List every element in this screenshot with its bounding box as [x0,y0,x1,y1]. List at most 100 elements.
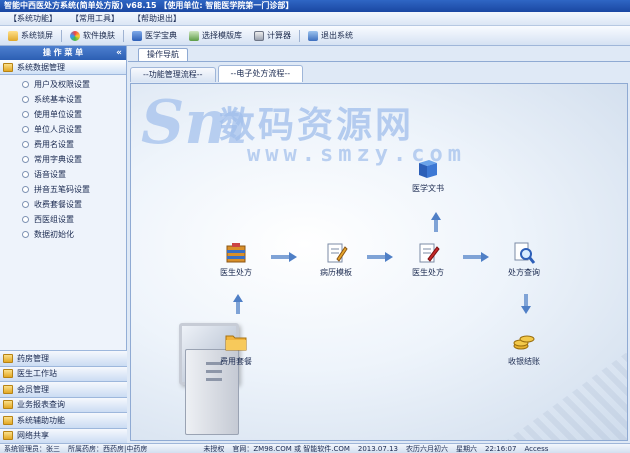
node-checkout[interactable]: 收银结账 [499,330,549,367]
calculator-button[interactable]: 计算器 [250,28,295,44]
node-label: 医生处方 [412,268,444,277]
sidebar-item-label: 数据初始化 [34,230,74,239]
status-operator: 系统管理员：张三 [4,444,60,453]
sidebar-item-fee-names[interactable]: 费用名设置 [0,137,126,152]
node-prescription[interactable]: 医生处方 [403,241,453,278]
sidebar-group-doctor-station[interactable]: 医生工作站 [0,365,127,381]
status-license: 未授权 [203,444,225,453]
window-title: 智能中西医处方系统(简单处方版) v68.15 【使用单位: 智能医学院第一门诊… [0,0,630,12]
folder-icon [3,369,13,379]
node-prescription-query[interactable]: 处方查询 [499,241,549,278]
radio-bullet-icon [22,231,29,238]
flow-arrow-down [521,294,531,314]
folder-icon [3,431,13,441]
sidebar-group-label: 药房管理 [17,353,49,363]
folder-icon [225,335,247,351]
node-fee-package[interactable]: 费用套餐 [211,330,261,367]
lock-screen-button[interactable]: 系统锁屏 [4,28,57,44]
watermark-title: 数码资源网 [219,105,415,146]
calculator-label: 计算器 [267,31,291,40]
sidebar-item-voice[interactable]: 语音设置 [0,167,126,182]
exit-door-icon [308,30,318,41]
tab-function-flow[interactable]: --功能管理流程-- [130,67,216,82]
template-library-button[interactable]: 选择模版库 [185,28,246,44]
watermark-logo: Sm [141,88,248,158]
sidebar-item-label: 收费套餐设置 [34,200,82,209]
status-weekday: 星期六 [455,444,477,453]
sidebar-item-pinyin-wubi[interactable]: 拼音五笔码设置 [0,182,126,197]
menu-system-functions[interactable]: 【系统功能】 [6,13,60,24]
main-panel: 操作导航 --功能管理流程-- --电子处方流程-- Sm 数码资源网 www.… [128,46,630,443]
node-label: 医生处方 [220,268,252,277]
lock-screen-label: 系统锁屏 [21,31,53,40]
change-skin-label: 软件换肤 [83,31,115,40]
toolbar-separator [299,29,300,42]
sidebar-group-pharmacy[interactable]: 药房管理 [0,350,127,366]
sidebar-group-aux[interactable]: 系统辅助功能 [0,412,127,428]
node-medical-docs[interactable]: 医学文书 [403,157,453,194]
sidebar-bottom-groups: 药房管理 医生工作站 会员管理 业务报表查询 系统辅助功能 网络共享 [0,350,127,443]
sidebar-item-fee-packages[interactable]: 收费套餐设置 [0,197,126,212]
template-library-label: 选择模版库 [202,31,242,40]
sidebar-items: 用户及权限设置 系统基本设置 使用单位设置 单位人员设置 费用名设置 常用字典设… [0,75,126,242]
toolbar-separator [61,29,62,42]
sidebar-item-label: 系统基本设置 [34,95,82,104]
status-bar: 系统管理员：张三 所属药房：西药房|中药房 未授权 官网：ZM98.COM 或 … [0,443,630,453]
collapse-sidebar-icon[interactable]: « [116,46,122,60]
node-label: 处方查询 [508,268,540,277]
radio-bullet-icon [22,186,29,193]
status-website: 官网：ZM98.COM 或 智能软件.COM [232,444,350,453]
node-record-template[interactable]: 病历模板 [311,241,361,278]
sidebar-item-system-basics[interactable]: 系统基本设置 [0,92,126,107]
medical-dictionary-button[interactable]: 医学宝典 [128,28,181,44]
flow-arrow-up [233,294,243,314]
folder-icon [3,62,13,72]
radio-bullet-icon [22,96,29,103]
tab-prescription-flow[interactable]: --电子处方流程-- [217,65,304,82]
sidebar-item-western-groups[interactable]: 西医组设置 [0,212,126,227]
node-label: 医学文书 [412,184,444,193]
toolbar-separator [123,29,124,42]
node-doctor-kit[interactable]: 医生处方 [211,241,261,278]
sidebar-group-label: 会员管理 [17,384,49,394]
menu-common-tools[interactable]: 【常用工具】 [68,13,122,24]
sidebar-group-label: 医生工作站 [17,369,57,379]
radio-bullet-icon [22,126,29,133]
sidebar-group-label: 业务报表查询 [17,400,65,410]
magnifier-document-icon [514,242,536,264]
sidebar-group-label: 系统数据管理 [17,62,65,72]
radio-bullet-icon [22,81,29,88]
change-skin-button[interactable]: 软件换肤 [66,28,119,44]
sidebar-group-members[interactable]: 会员管理 [0,381,127,397]
sidebar-item-staff-settings[interactable]: 单位人员设置 [0,122,126,137]
sidebar-group-system-data[interactable]: 系统数据管理 [0,60,126,75]
status-lunar-date: 农历六月初六 [405,444,448,453]
menu-help-exit[interactable]: 【帮助退出】 [130,13,184,24]
menu-bar: 【系统功能】 【常用工具】 【帮助退出】 [0,12,630,26]
node-label: 病历模板 [320,268,352,277]
document-pen-icon [327,243,348,263]
tab-operation-nav[interactable]: 操作导航 [138,48,188,61]
sidebar-group-reports[interactable]: 业务报表查询 [0,396,127,412]
palette-icon [70,30,80,41]
sidebar-item-data-init[interactable]: 数据初始化 [0,227,126,242]
sidebar-item-label: 使用单位设置 [34,110,82,119]
status-pharmacy: 所属药房：西药房|中药房 [68,444,148,453]
lock-icon [8,30,18,41]
toolbar: 系统锁屏 软件换肤 医学宝典 选择模版库 计算器 退出系统 [0,26,630,46]
sidebar-item-label: 拼音五笔码设置 [34,185,90,194]
sidebar-item-user-permissions[interactable]: 用户及权限设置 [0,77,126,92]
flow-arrow-right [463,252,489,262]
sidebar-group-label: 网络共享 [17,431,49,441]
status-date: 2013.07.13 [357,444,398,453]
main-tab-strip: 操作导航 [128,46,630,62]
sidebar-group-network[interactable]: 网络共享 [0,427,127,443]
calculator-icon [254,30,264,41]
exit-system-button[interactable]: 退出系统 [304,28,357,44]
sidebar-group-label: 系统辅助功能 [17,415,65,425]
folder-icon [3,384,13,394]
flow-arrow-right [367,252,393,262]
sidebar-item-unit-settings[interactable]: 使用单位设置 [0,107,126,122]
sidebar-item-dictionary[interactable]: 常用字典设置 [0,152,126,167]
sidebar-item-label: 费用名设置 [34,140,74,149]
